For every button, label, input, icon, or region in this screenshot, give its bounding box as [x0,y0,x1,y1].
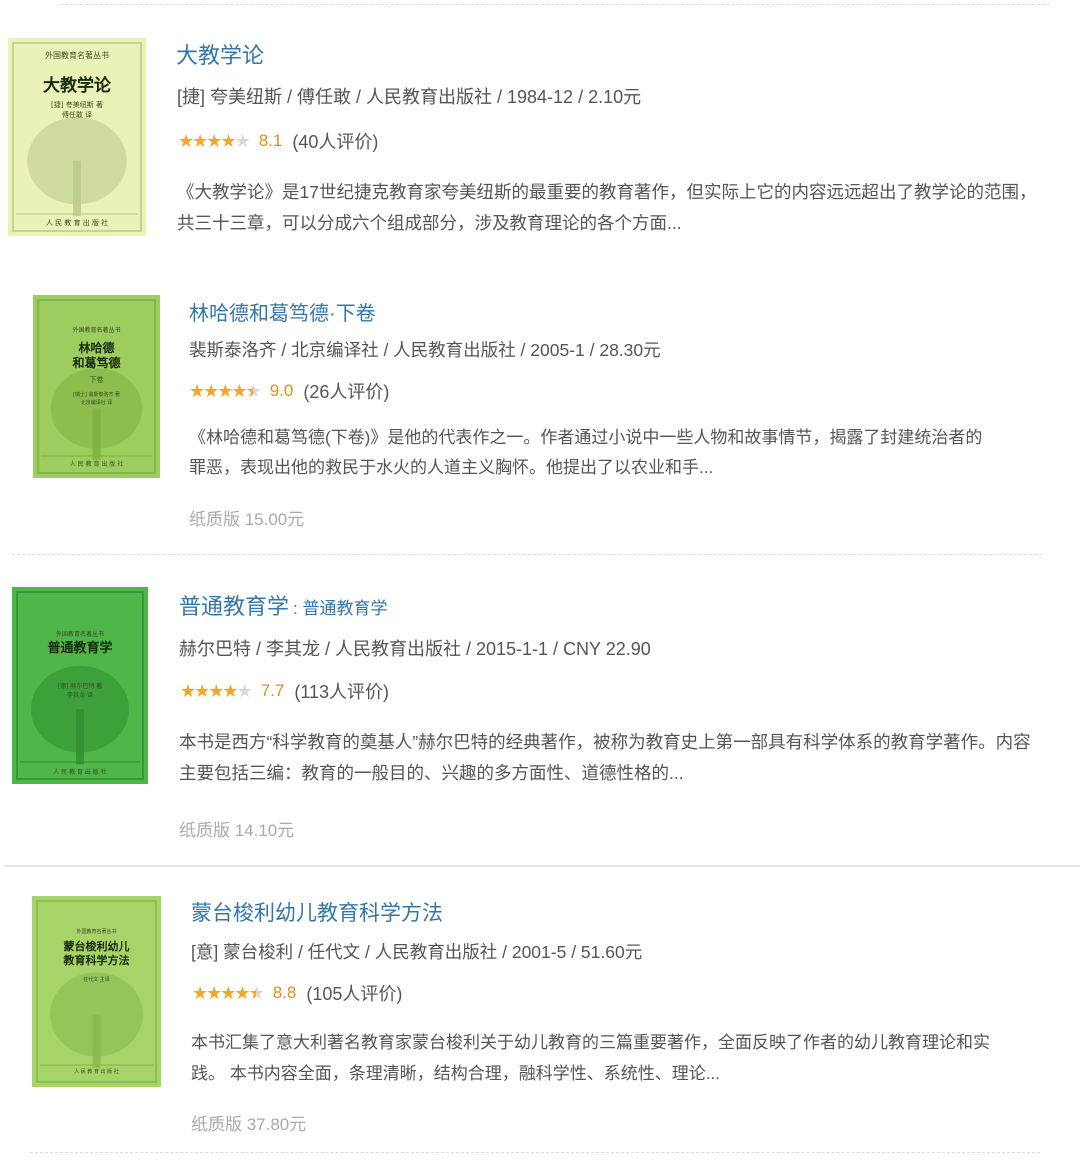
book-title-link[interactable]: 蒙台梭利幼儿教育科学方法 [191,902,443,925]
cover-publisher: 人 民 教 育 出 版 社 [74,1069,119,1075]
cover-title: 蒙台梭利幼儿 教育科学方法 [63,940,130,967]
book-description: 本书汇集了意大利著名教育家蒙台梭利关于幼儿教育的三篇重要著作，全面反映了作者的幼… [191,1033,990,1083]
book-cover[interactable]: 外国教育名著丛书 蒙台梭利幼儿 教育科学方法 任代文 主译 人 民 教 育 出 … [32,896,161,1087]
book-rating: ★★★★★ 8.8 (105人评价) [192,980,402,1006]
rating-score: 8.8 [272,983,297,1002]
rating-count-link[interactable]: (105人评价) [306,980,402,1006]
cover-series: 外国教育名著丛书 [76,929,117,935]
book-item: 外国教育名著丛书 蒙台梭利幼儿 教育科学方法 任代文 主译 人 民 教 育 出 … [0,0,1080,1150]
cover-ornament [36,900,157,1083]
cover-author: 任代文 主译 [83,977,110,983]
book-price: 纸质版 37.80元 [191,1115,307,1134]
divider-bottom [30,1152,1040,1153]
rating-stars-icon: ★★★★★ [192,983,265,1003]
book-pub-info: [意] 蒙台梭利 / 任代文 / 人民教育出版社 / 2001-5 / 51.6… [191,942,643,962]
